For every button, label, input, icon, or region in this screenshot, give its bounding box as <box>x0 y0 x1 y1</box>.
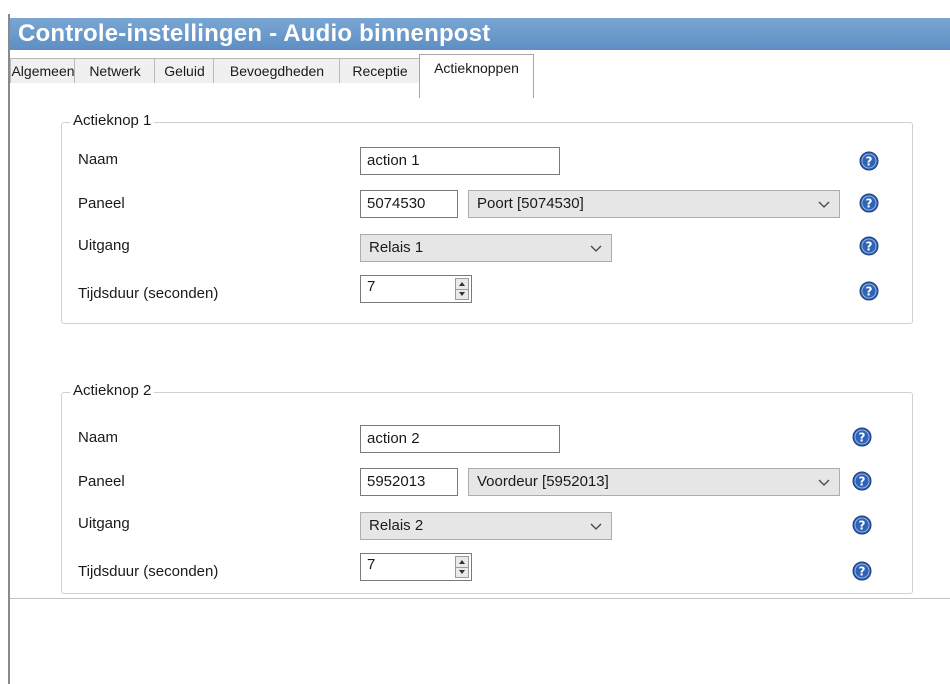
chevron-down-icon <box>818 201 830 208</box>
content-bottom-divider <box>10 598 950 599</box>
svg-text:?: ? <box>866 197 873 211</box>
tab-geluid[interactable]: Geluid <box>154 58 215 83</box>
help-icon[interactable]: ? <box>859 236 879 256</box>
svg-text:?: ? <box>859 431 866 445</box>
window-title: Controle-instellingen - Audio binnenpost <box>18 20 491 47</box>
tab-bevoegdheden[interactable]: Bevoegdheden <box>213 58 341 83</box>
help-icon[interactable]: ? <box>852 515 872 535</box>
duration-label: Tijdsduur (seconden) <box>78 563 219 580</box>
output-select[interactable]: Relais 2 <box>360 512 612 540</box>
output-select-value: Relais 2 <box>369 517 424 534</box>
settings-window: Controle-instellingen - Audio binnenpost… <box>8 14 950 684</box>
tab-receptie[interactable]: Receptie <box>339 58 421 83</box>
svg-text:?: ? <box>859 565 866 579</box>
tab-strip: Algemeen Netwerk Geluid Bevoegdheden Rec… <box>10 54 950 99</box>
svg-text:?: ? <box>866 285 873 299</box>
help-icon[interactable]: ? <box>852 427 872 447</box>
name-input[interactable]: action 2 <box>360 425 560 453</box>
name-label: Naam <box>78 429 119 446</box>
duration-value: 7 <box>367 556 376 573</box>
output-label: Uitgang <box>78 237 130 254</box>
tab-actieknoppen[interactable]: Actieknoppen <box>419 54 534 99</box>
chevron-down-icon <box>590 245 602 252</box>
output-label: Uitgang <box>78 515 130 532</box>
duration-label: Tijdsduur (seconden) <box>78 285 219 302</box>
spin-down-arrow-icon[interactable] <box>456 567 468 577</box>
panel-select[interactable]: Voordeur [5952013] <box>468 468 840 496</box>
svg-text:?: ? <box>866 240 873 254</box>
panel-select[interactable]: Poort [5074530] <box>468 190 840 218</box>
action-button-group-1: Actieknop 1 Naam action 1 ? Paneel 50745… <box>61 112 913 324</box>
panel-id-input[interactable]: 5952013 <box>360 468 458 496</box>
action-button-group-2: Actieknop 2 Naam action 2 ? Paneel 59520… <box>61 382 913 594</box>
chevron-down-icon <box>818 479 830 486</box>
svg-text:?: ? <box>859 475 866 489</box>
group-legend: Actieknop 1 <box>70 112 155 129</box>
help-icon[interactable]: ? <box>859 151 879 171</box>
help-icon[interactable]: ? <box>859 193 879 213</box>
tab-netwerk[interactable]: Netwerk <box>74 58 156 83</box>
panel-id-input[interactable]: 5074530 <box>360 190 458 218</box>
spin-buttons <box>455 278 469 300</box>
tab-algemeen[interactable]: Algemeen <box>10 58 76 83</box>
spin-buttons <box>455 556 469 578</box>
output-select[interactable]: Relais 1 <box>360 234 612 262</box>
panel-label: Paneel <box>78 195 125 212</box>
svg-text:?: ? <box>866 155 873 169</box>
name-label: Naam <box>78 151 119 168</box>
group-legend: Actieknop 2 <box>70 382 155 399</box>
panel-label: Paneel <box>78 473 125 490</box>
svg-text:?: ? <box>859 519 866 533</box>
spin-down-arrow-icon[interactable] <box>456 289 468 299</box>
output-select-value: Relais 1 <box>369 239 424 256</box>
help-icon[interactable]: ? <box>852 471 872 491</box>
duration-stepper[interactable]: 7 <box>360 275 472 303</box>
duration-value: 7 <box>367 278 376 295</box>
help-icon[interactable]: ? <box>852 561 872 581</box>
help-icon[interactable]: ? <box>859 281 879 301</box>
title-bar: Controle-instellingen - Audio binnenpost <box>10 18 950 50</box>
panel-select-value: Poort [5074530] <box>477 195 584 212</box>
name-input[interactable]: action 1 <box>360 147 560 175</box>
panel-select-value: Voordeur [5952013] <box>477 473 609 490</box>
chevron-down-icon <box>590 523 602 530</box>
duration-stepper[interactable]: 7 <box>360 553 472 581</box>
